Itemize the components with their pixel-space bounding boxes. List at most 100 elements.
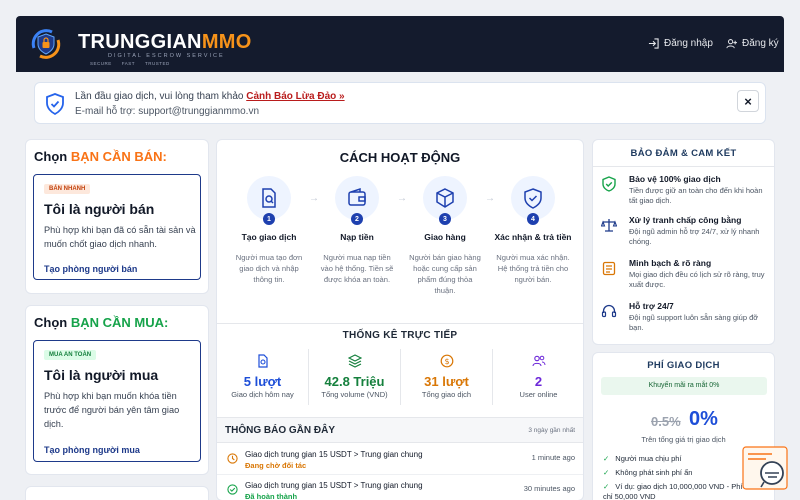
stat-label: Giao dịch hôm nay [231,390,294,399]
register-label: Đăng ký [742,38,779,49]
wallet-icon [348,187,366,206]
step-desc: Người mua xác nhận. Hệ thống trả tiền ch… [496,253,570,284]
check-icon: ✓ [603,468,610,477]
brand-name[interactable]: TRUNGGIANMMO [78,32,252,52]
notification-time: 30 minutes ago [523,484,575,493]
stat-label: Tổng volume (VND) [321,390,388,399]
sell-heading: Chọn BẠN CẦN BÁN: [34,149,167,164]
notification-item[interactable]: Giao dịch trung gian 15 USDT > Trung gia… [217,476,583,500]
guarantee-item-title: Xử lý tranh chấp công bằng [629,215,742,225]
stat-value: 31 lượt [424,374,469,389]
guarantee-item-desc: Đội ngũ admin hỗ trợ 24/7, xử lý nhanh c… [629,227,760,246]
notifications-range: 3 ngày gần nhất [528,427,575,434]
notifications-title: THÔNG BÁO GẦN ĐÂY [225,425,335,436]
step-1: 1 Tạo giao dịch Người mua tạo đơn giao d… [227,176,311,285]
users-icon [531,355,545,367]
guarantee-item-title: Minh bạch & rõ ràng [629,258,712,268]
user-plus-icon [726,39,737,49]
login-icon [648,38,659,49]
step-title: Tạo giao dịch [241,232,297,242]
stat-today: 5 lượt Giao dịch hôm nay [217,349,309,405]
check-circle-icon [227,484,238,495]
chat-widget-icon[interactable] [742,446,788,490]
fee-item: ✓ Ví dụ: giao dịch 10,000,000 VND - Phí c… [603,482,743,500]
shield-check-icon [46,93,64,115]
step-number: 2 [351,213,363,225]
buyer-title: Tôi là người mua [44,367,159,383]
guarantee-card: BẢO ĐẢM & CAM KẾT Bảo vệ 100% giao dịch … [592,139,775,345]
notification-status: Đang chờ đối tác [245,461,307,470]
buyer-desc: Phù hợp khi bạn muốn khóa tiền trước để … [44,391,180,429]
guarantee-item-desc: Tiền được giữ an toàn cho đến khi hoàn t… [629,186,763,205]
step-number: 3 [439,213,451,225]
shield-lock-logo-icon[interactable] [28,26,64,62]
fee-title: PHÍ GIAO DỊCH [647,360,720,371]
coin-icon: $ [440,354,453,368]
login-label: Đăng nhập [664,38,713,49]
guarantee-item: Hỗ trợ 24/7 Đội ngũ support luôn sẵn sàn… [601,301,769,333]
notice-text: Lần đầu giao dịch, vui lòng tham khảo Cả… [75,91,345,102]
sell-card: Chọn BẠN CẦN BÁN: BÁN NHANH Tôi là người… [25,139,209,294]
buyer-option[interactable]: MUA AN TOÀN Tôi là người mua Phù hợp khi… [33,340,201,462]
buy-card: Chọn BẠN CẦN MUA: MUA AN TOÀN Tôi là ngư… [25,305,209,475]
how-title: CÁCH HOẠT ĐỘNG [339,150,461,165]
buy-tag: MUA AN TOÀN [44,350,97,360]
notice-banner: Lần đầu giao dịch, vui lòng tham khảo Cả… [34,82,766,124]
support-email: E-mail hỗ trợ: support@trunggianmmo.vn [75,106,260,117]
fee-item: ✓ Người mua chịu phí [603,454,682,463]
headset-icon [601,304,617,318]
register-link[interactable]: Đăng ký [726,38,779,49]
fee-note: Trên tổng giá trị giao dịch [641,435,726,444]
buy-heading: Chọn BẠN CẦN MUA: [34,315,169,330]
scale-icon [601,219,617,232]
step-desc: Người bán giao hàng hoặc cung cấp sản ph… [409,253,481,295]
seller-option[interactable]: BÁN NHANH Tôi là người bán Phù hợp khi b… [33,174,201,280]
step-desc: Người mua nạp tiền vào hệ thống. Tiền sẽ… [320,253,394,284]
notification-item[interactable]: Giao dịch trung gian 15 USDT > Trung gia… [217,445,583,475]
document-search-icon [257,354,268,368]
sell-tag: BÁN NHANH [44,184,91,194]
guarantee-item: Xử lý tranh chấp công bằng Đội ngũ admin… [601,215,769,247]
badge-secure: SECURE [90,61,112,66]
step-title: Nạp tiền [340,232,374,242]
how-it-works-panel: CÁCH HOẠT ĐỘNG 1 Tạo giao dịch Người mua… [216,139,584,500]
seller-desc: Phù hợp khi bạn đã có sẵn tài sản và muố… [44,225,196,249]
brand-badges: SECURE FAST TRUSTED [90,61,170,66]
guarantee-item-title: Hỗ trợ 24/7 [629,301,674,311]
extra-card [25,486,209,500]
clipboard-list-icon [602,261,616,276]
guarantee-title: BẢO ĐẢM & CAM KẾT [630,148,737,159]
stat-label: Tổng giao dịch [421,390,472,399]
login-link[interactable]: Đăng nhập [648,38,713,49]
step-desc: Người mua tạo đơn giao dịch và nhập thôn… [235,253,303,284]
create-seller-room-link[interactable]: Tạo phòng người bán [44,264,137,274]
promo-badge: Khuyến mãi ra mắt 0% [601,377,767,395]
step-number: 4 [527,213,539,225]
fee-item: ✓ Không phát sinh phí ẩn [603,468,693,477]
notifications-header: THÔNG BÁO GẦN ĐÂY 3 ngày gần nhất [217,417,583,443]
guarantee-item-desc: Đội ngũ support luôn sẵn sàng giúp đỡ bạ… [629,313,759,332]
scam-warning-link[interactable]: Cảnh Báo Lừa Đảo » [246,91,344,102]
badge-trusted: TRUSTED [145,61,170,66]
stat-value: 42.8 Triệu [324,374,385,389]
close-button[interactable]: × [737,90,759,112]
divider [217,323,583,324]
badge-fast: FAST [121,61,136,66]
step-number: 1 [263,213,275,225]
svg-text:$: $ [444,357,449,366]
check-icon: ✓ [603,482,610,491]
step-2: 2 Nạp tiền Người mua nạp tiền vào hệ thố… [315,176,399,285]
step-title: Xác nhận & trả tiền [494,232,572,242]
guarantee-item-desc: Mọi giao dịch đều có lịch sử rõ ràng, tr… [629,270,765,289]
guarantee-item-title: Bảo vệ 100% giao dịch [629,174,721,184]
step-4: 4 Xác nhận & trả tiền Người mua xác nhận… [491,176,575,285]
create-buyer-room-link[interactable]: Tạo phòng người mua [44,445,140,455]
package-icon [436,188,454,208]
guarantee-item: Bảo vệ 100% giao dịch Tiền được giữ an t… [601,174,769,206]
old-fee: 0.5% [651,414,681,429]
stat-total: $ 31 lượt Tổng giao dịch [401,349,493,405]
stat-value: 2 [534,374,543,389]
shield-check-icon [602,176,616,192]
stat-volume: 42.8 Triệu Tổng volume (VND) [309,349,401,405]
notification-text: Giao dịch trung gian 15 USDT > Trung gia… [245,481,423,490]
